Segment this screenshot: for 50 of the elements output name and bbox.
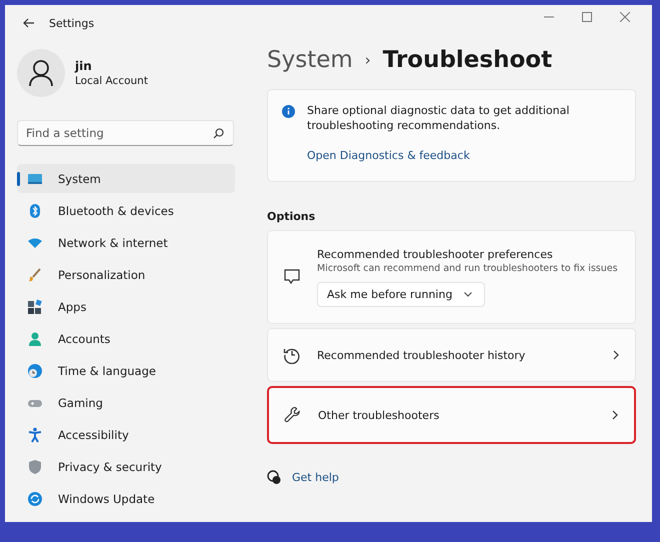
brush-icon	[27, 266, 43, 282]
option-description: Microsoft can recommend and run troubleshooters to fix issues	[317, 262, 619, 274]
bluetooth-icon	[27, 202, 43, 218]
sidebar-item[interactable]: Network & internet	[17, 228, 235, 257]
diagnostics-link[interactable]: Open Diagnostics & feedback	[307, 149, 587, 162]
page-title: Troubleshoot	[382, 47, 552, 73]
search-field[interactable]: Find a setting	[17, 120, 234, 146]
sidebar-item[interactable]: System	[17, 164, 235, 193]
account-name: jin	[75, 59, 93, 73]
close-icon[interactable]	[620, 12, 630, 22]
troubleshooter-dropdown[interactable]: Ask me before running	[317, 282, 486, 306]
chevron-icon	[612, 410, 618, 420]
caret-icon	[464, 292, 472, 296]
option-title: Other troubleshooters	[318, 408, 440, 422]
sidebar-item[interactable]: Time & language	[17, 356, 235, 385]
option-title: Recommended troubleshooter preferences	[317, 248, 554, 260]
window-title: Settings	[49, 16, 94, 30]
settings-link-card[interactable]: Other troubleshooters	[267, 386, 636, 444]
sidebar-item[interactable]: Bluetooth & devices	[17, 196, 235, 225]
shield-icon	[27, 458, 43, 474]
accessibility-icon	[27, 426, 43, 442]
wrench-icon	[284, 406, 302, 424]
update-icon	[27, 490, 43, 506]
account-type: Local Account	[75, 75, 148, 87]
person-icon	[27, 330, 43, 346]
sidebar-item[interactable]: Gaming	[17, 388, 235, 417]
avatar	[17, 49, 65, 97]
history-icon	[283, 346, 301, 364]
help-icon	[267, 470, 282, 485]
sidebar-item[interactable]: Accessibility	[17, 420, 235, 449]
option-title: Recommended troubleshooter history	[317, 348, 526, 362]
info-text: Share optional diagnostic data to get additional troubleshooting recommendations.	[307, 103, 570, 133]
back-icon[interactable]	[23, 18, 35, 28]
breadcrumb-link[interactable]: System	[267, 47, 353, 73]
globe-icon	[27, 362, 43, 378]
search-icon[interactable]	[213, 128, 224, 139]
get-help-link[interactable]: Get help	[292, 471, 339, 484]
sidebar-item[interactable]: Personalization	[17, 260, 235, 289]
sidebar-item[interactable]: Apps	[17, 292, 235, 321]
maximize-icon[interactable]	[582, 12, 592, 22]
sidebar-item[interactable]: Windows Update	[17, 484, 235, 513]
breadcrumb-separator: ›	[364, 51, 371, 69]
sidebar-item[interactable]: Accounts	[17, 324, 235, 353]
section-heading: Options	[267, 210, 316, 223]
sidebar-item[interactable]: Privacy & security	[17, 452, 235, 481]
chevron-icon	[613, 350, 619, 360]
apps-icon	[27, 298, 43, 314]
info-icon	[282, 105, 295, 118]
settings-link-card[interactable]: Recommended troubleshooter history	[267, 328, 636, 382]
chat-icon	[283, 268, 301, 286]
